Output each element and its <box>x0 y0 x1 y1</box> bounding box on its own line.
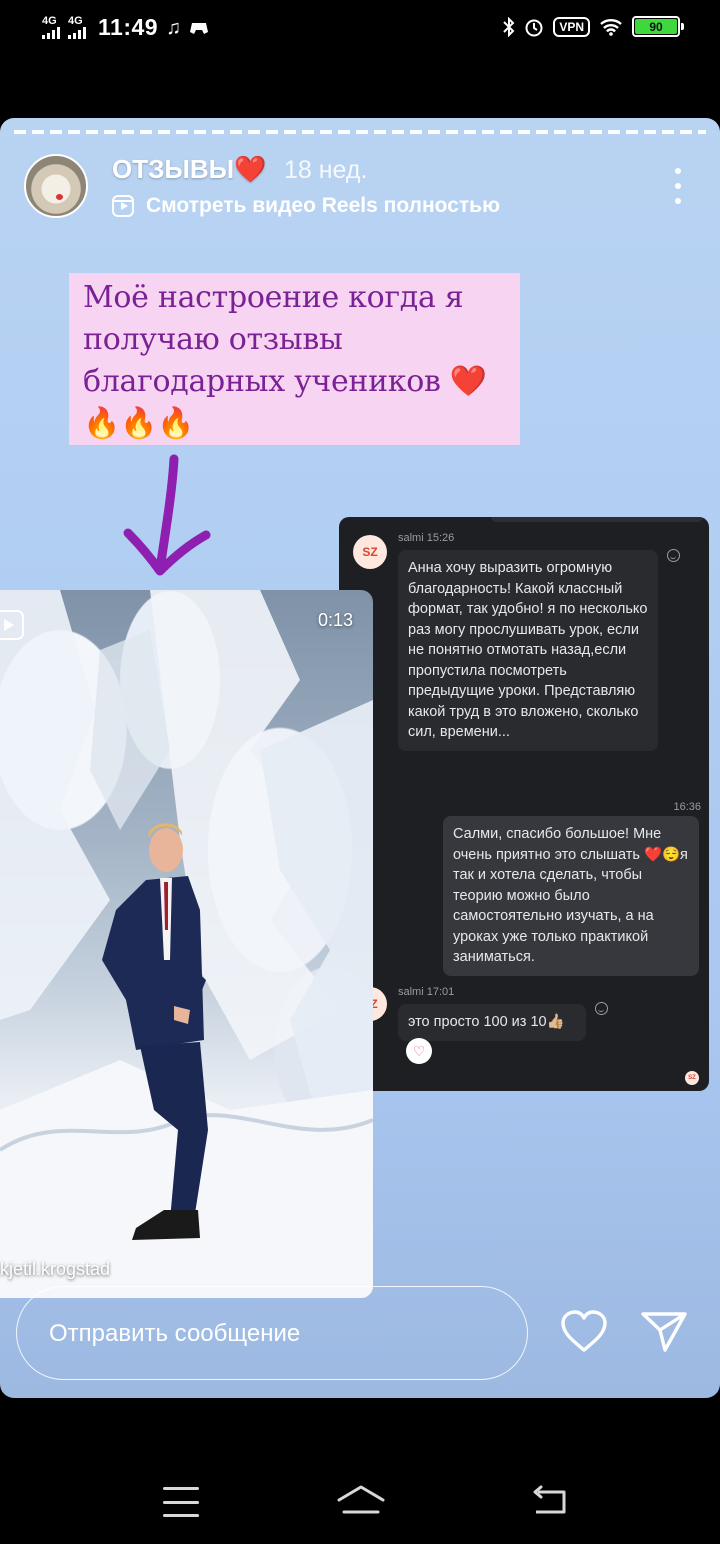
smile-icon <box>667 549 680 562</box>
more-icon[interactable] <box>668 168 688 204</box>
story-author[interactable]: ОТЗЫВЫ❤️ <box>112 154 266 185</box>
clock: 11:49 <box>98 14 159 40</box>
story-progress-bar <box>14 130 706 134</box>
read-receipt-avatar: SZ <box>685 1071 699 1085</box>
message-meta: salmi 15:26 <box>398 532 455 544</box>
story-age: 18 нед. <box>284 156 368 184</box>
arrow-down-icon <box>123 454 211 576</box>
send-message-placeholder: Отправить сообщение <box>49 1320 301 1347</box>
message-meta: salmi 17:01 <box>398 986 455 998</box>
chat-screenshot: SZ salmi 15:26 Анна хочу выразить огромн… <box>339 517 709 1091</box>
person-figure <box>102 823 208 1240</box>
send-icon[interactable] <box>640 1310 688 1354</box>
home-icon[interactable] <box>336 1484 386 1520</box>
signal-icon: 4G <box>68 16 86 39</box>
reels-icon <box>0 610 24 640</box>
alarm-icon <box>525 19 543 36</box>
chat-message-outgoing: Салми, спасибо большое! Мне очень приятн… <box>443 816 699 976</box>
chat-message-incoming: Анна хочу выразить огромную благодарност… <box>398 550 658 751</box>
signal-label: 4G <box>68 15 83 27</box>
battery-level: 90 <box>635 19 677 34</box>
navigation-bar <box>0 1398 720 1544</box>
battery-icon: 90 <box>632 16 684 37</box>
signal-label: 4G <box>42 15 57 27</box>
reels-icon <box>112 195 134 217</box>
signal-icon: 4G <box>42 16 60 39</box>
music-note-icon: ♫ <box>166 16 182 39</box>
menu-icon[interactable] <box>163 1487 199 1517</box>
send-message-input[interactable]: Отправить сообщение <box>16 1286 528 1380</box>
message-time: 16:36 <box>673 801 701 813</box>
status-bar: 4G 4G 11:49 ♫ VPN 90 <box>0 0 720 58</box>
watch-reels-link[interactable]: Смотреть видео Reels полностью <box>112 194 500 218</box>
text-sticker: Моё настроение когда я получаю отзывы бл… <box>69 273 520 445</box>
video-duration: 0:13 <box>317 610 353 630</box>
story-header: ОТЗЫВЫ❤️ 18 нед. Смотреть видео Reels по… <box>24 154 696 224</box>
chat-avatar: SZ <box>353 535 387 569</box>
heart-icon[interactable] <box>560 1310 608 1354</box>
avatar[interactable] <box>24 154 88 218</box>
chat-message-incoming: это просто 100 из 10👍🏼 <box>398 1004 586 1041</box>
reel-username[interactable]: kjetil.krogstad <box>0 1259 110 1280</box>
vpn-badge: VPN <box>553 16 590 37</box>
back-icon[interactable] <box>530 1484 570 1518</box>
smile-icon <box>595 1002 608 1015</box>
story-card[interactable]: ОТЗЫВЫ❤️ 18 нед. Смотреть видео Reels по… <box>0 118 720 1398</box>
heart-reaction-icon: ♡ <box>406 1038 432 1064</box>
wifi-icon <box>600 18 622 36</box>
watch-reels-label: Смотреть видео Reels полностью <box>146 194 501 217</box>
gamepad-icon <box>190 22 209 34</box>
bluetooth-icon <box>503 16 515 37</box>
reel-video[interactable]: 0:13 kjetil.krogstad <box>0 590 373 1298</box>
